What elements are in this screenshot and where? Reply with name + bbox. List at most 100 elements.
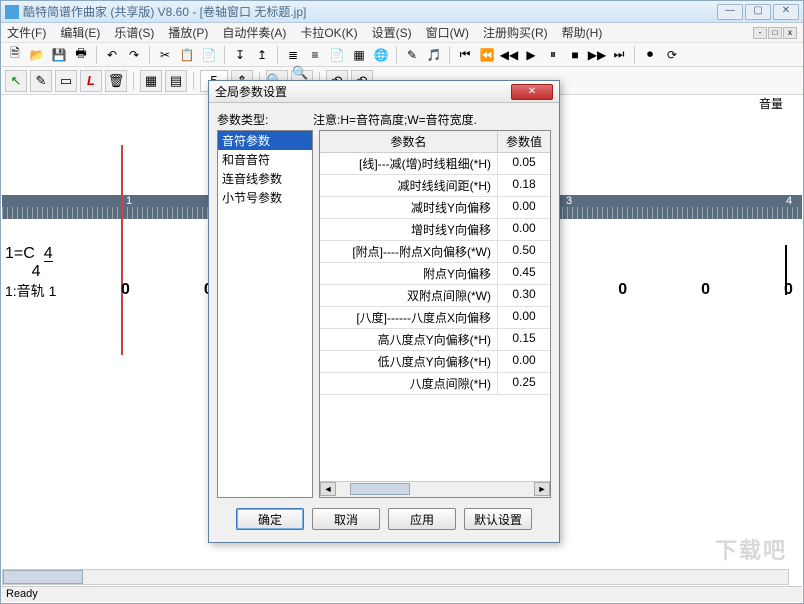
param-row-9[interactable]: 低八度点Y向偏移(*H)0.00 [320, 351, 550, 373]
tb2-btn-1[interactable]: ✎ [30, 70, 52, 92]
tb1-btn-2[interactable]: 💾 [49, 45, 69, 65]
tb1-btn-30[interactable]: ▶▶ [587, 45, 607, 65]
tb1-btn-19[interactable]: 🌐 [371, 45, 391, 65]
tb1-btn-22[interactable]: 🎵 [424, 45, 444, 65]
menu-settings[interactable]: 设置(S) [372, 24, 412, 41]
param-value[interactable]: 0.50 [498, 241, 550, 262]
minimize-button[interactable]: — [717, 4, 743, 20]
menubar: 文件(F) 编辑(E) 乐谱(S) 播放(P) 自动伴奏(A) 卡拉OK(K) … [1, 23, 803, 43]
menu-autoaccomp[interactable]: 自动伴奏(A) [222, 24, 286, 41]
tb2-btn-6[interactable]: ▦ [140, 70, 162, 92]
status-bar: Ready [2, 586, 802, 602]
col-value[interactable]: 参数值 [498, 131, 550, 152]
param-value[interactable]: 0.15 [498, 329, 550, 350]
category-item-3[interactable]: 小节号参数 [218, 188, 312, 207]
param-value[interactable]: 0.25 [498, 373, 550, 394]
param-value[interactable]: 0.00 [498, 307, 550, 328]
tb1-btn-17[interactable]: 📄 [327, 45, 347, 65]
param-row-5[interactable]: 附点Y向偏移0.45 [320, 263, 550, 285]
tb1-btn-21[interactable]: ✎ [402, 45, 422, 65]
param-row-6[interactable]: 双附点间隙(*W)0.30 [320, 285, 550, 307]
tb1-btn-5[interactable]: ↶ [102, 45, 122, 65]
mdi-max[interactable]: □ [768, 27, 782, 39]
tb1-btn-18[interactable]: ▦ [349, 45, 369, 65]
tb2-btn-0[interactable]: ↖ [5, 70, 27, 92]
param-row-1[interactable]: 减时线线间距(*H)0.18 [320, 175, 550, 197]
mdi-close[interactable]: x [783, 27, 797, 39]
param-row-2[interactable]: 减时线Y向偏移0.00 [320, 197, 550, 219]
tb2-btn-7[interactable]: ▤ [165, 70, 187, 92]
category-item-2[interactable]: 连音线参数 [218, 169, 312, 188]
tb1-btn-15[interactable]: ≣ [283, 45, 303, 65]
param-value[interactable]: 0.05 [498, 153, 550, 174]
tb2-btn-4[interactable]: 🗑 [105, 70, 127, 92]
param-hscroll[interactable]: ◄ ► [320, 481, 550, 497]
param-row-0[interactable]: [线]---减(增)时线粗细(*H)0.05 [320, 153, 550, 175]
tb1-btn-25[interactable]: ⏪ [477, 45, 497, 65]
param-row-10[interactable]: 八度点间隙(*H)0.25 [320, 373, 550, 395]
category-item-1[interactable]: 和音音符 [218, 150, 312, 169]
tb1-btn-29[interactable]: ■ [565, 45, 585, 65]
tb1-btn-8[interactable]: ✂ [155, 45, 175, 65]
ok-button[interactable]: 确定 [236, 508, 304, 530]
param-row-7[interactable]: [八度]------八度点X向偏移0.00 [320, 307, 550, 329]
tb1-btn-9[interactable]: 📋 [177, 45, 197, 65]
tb1-btn-24[interactable]: ⏮ [455, 45, 475, 65]
tb1-btn-26[interactable]: ◀◀ [499, 45, 519, 65]
cancel-button[interactable]: 取消 [312, 508, 380, 530]
menu-edit[interactable]: 编辑(E) [60, 24, 100, 41]
tb1-btn-27[interactable]: ▶ [521, 45, 541, 65]
param-row-8[interactable]: 高八度点Y向偏移(*H)0.15 [320, 329, 550, 351]
tb1-btn-13[interactable]: ↥ [252, 45, 272, 65]
dialog-close-button[interactable]: ✕ [511, 84, 553, 100]
menu-play[interactable]: 播放(P) [168, 24, 208, 41]
menu-karaoke[interactable]: 卡拉OK(K) [300, 24, 357, 41]
tb2-btn-3[interactable]: L [80, 70, 102, 92]
note-8[interactable]: 0 [784, 281, 793, 299]
param-value[interactable]: 0.30 [498, 285, 550, 306]
param-value[interactable]: 0.00 [498, 351, 550, 372]
tb1-btn-10[interactable]: 📄 [199, 45, 219, 65]
maximize-button[interactable]: ▢ [745, 4, 771, 20]
menu-help[interactable]: 帮助(H) [562, 24, 603, 41]
tb1-btn-33[interactable]: ⏺ [640, 45, 660, 65]
playhead[interactable] [121, 145, 123, 355]
tb1-btn-0[interactable]: 🗎 [5, 45, 25, 65]
apply-button[interactable]: 应用 [388, 508, 456, 530]
category-item-0[interactable]: 音符参数 [218, 131, 312, 150]
mdi-min[interactable]: - [753, 27, 767, 39]
param-row-4[interactable]: [附点]----附点X向偏移(*W)0.50 [320, 241, 550, 263]
col-name[interactable]: 参数名 [320, 131, 498, 152]
category-list[interactable]: 音符参数和音音符连音线参数小节号参数 [217, 130, 313, 498]
close-button[interactable]: ✕ [773, 4, 799, 20]
tb1-btn-6[interactable]: ↷ [124, 45, 144, 65]
horizontal-scrollbar[interactable] [2, 569, 789, 585]
param-value[interactable]: 0.45 [498, 263, 550, 284]
note-6[interactable]: 0 [618, 281, 627, 299]
tb1-btn-34[interactable]: ⟳ [662, 45, 682, 65]
menu-register[interactable]: 注册购买(R) [483, 24, 548, 41]
tb1-btn-12[interactable]: ↧ [230, 45, 250, 65]
scroll-right-button[interactable]: ► [534, 482, 550, 496]
scroll-left-button[interactable]: ◄ [320, 482, 336, 496]
param-row-3[interactable]: 增时线Y向偏移0.00 [320, 219, 550, 241]
tb1-btn-3[interactable]: 🖶 [71, 45, 91, 65]
param-value[interactable]: 0.18 [498, 175, 550, 196]
note-0[interactable]: 0 [121, 281, 130, 299]
tb1-btn-1[interactable]: 📂 [27, 45, 47, 65]
param-scroll-thumb[interactable] [350, 483, 410, 495]
dialog-titlebar[interactable]: 全局参数设置 ✕ [209, 81, 559, 103]
param-value[interactable]: 0.00 [498, 219, 550, 240]
param-value[interactable]: 0.00 [498, 197, 550, 218]
reset-button[interactable]: 默认设置 [464, 508, 532, 530]
tb2-btn-2[interactable]: ▭ [55, 70, 77, 92]
note-7[interactable]: 0 [701, 281, 710, 299]
menu-window[interactable]: 窗口(W) [426, 24, 469, 41]
menu-file[interactable]: 文件(F) [7, 24, 46, 41]
tb1-btn-28[interactable]: ⏸ [543, 45, 563, 65]
scrollbar-thumb[interactable] [3, 570, 83, 584]
menu-score[interactable]: 乐谱(S) [114, 24, 154, 41]
tb1-btn-16[interactable]: ≡ [305, 45, 325, 65]
tb1-btn-31[interactable]: ⏭ [609, 45, 629, 65]
param-rows[interactable]: [线]---减(增)时线粗细(*H)0.05减时线线间距(*H)0.18减时线Y… [320, 153, 550, 481]
